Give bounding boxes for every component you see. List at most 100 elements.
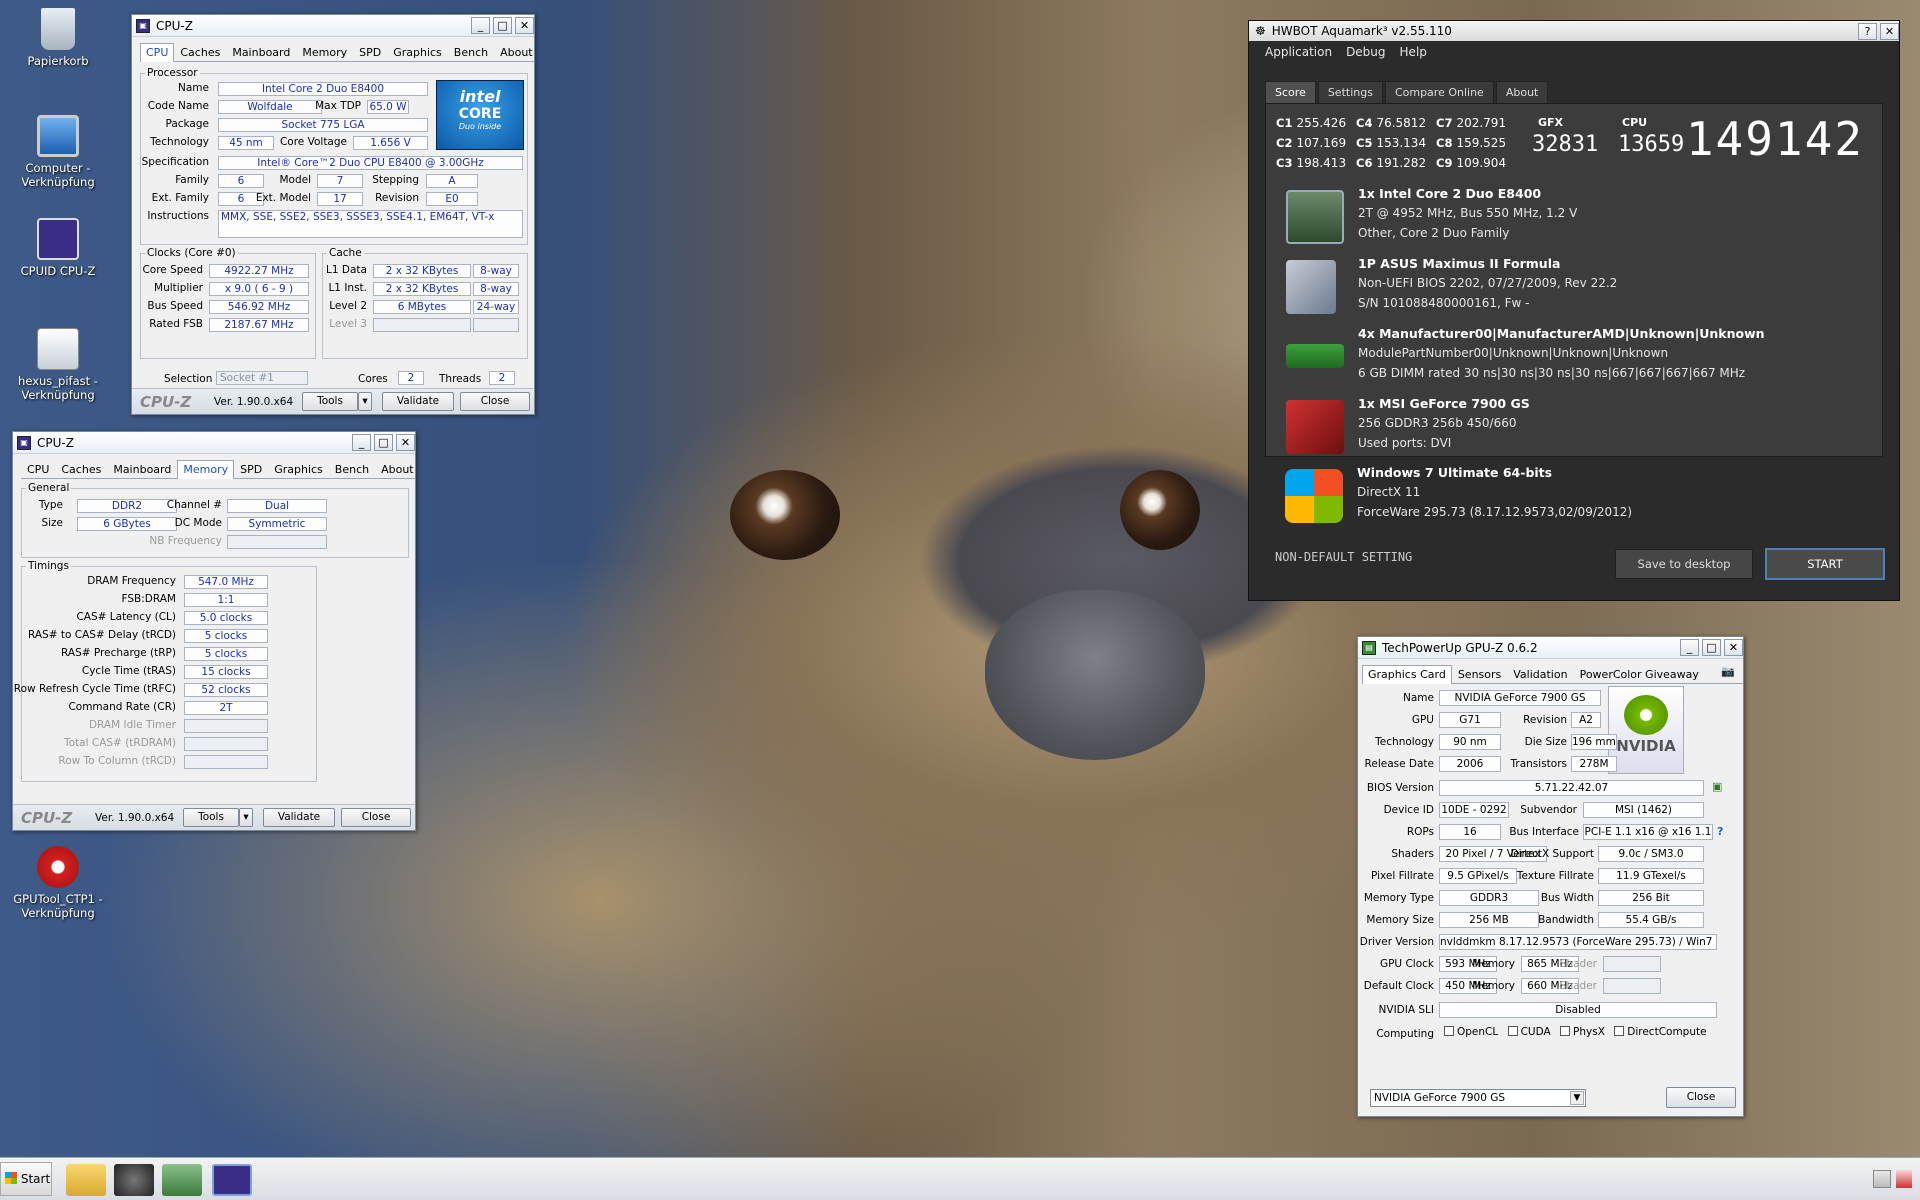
desktop-icon-computer[interactable]: Computer - Verknüpfung [8,115,108,189]
bus-interface-field: PCI-E 1.1 x16 @ x16 1.1 [1583,824,1713,840]
menu-help[interactable]: Help [1400,45,1427,59]
gpuz-close-button[interactable]: Close [1666,1087,1736,1108]
tab-score[interactable]: Score [1265,81,1316,104]
close-button[interactable]: ✕ [396,434,415,451]
desktop-icon-gputool[interactable]: GPUTool_CTP1 - Verknüpfung [8,846,108,920]
minimize-button[interactable]: _ [352,434,371,451]
opencl-label: OpenCL [1457,1026,1499,1038]
timing-value: 2T [184,701,268,715]
tools-dropdown-icon[interactable]: ▾ [358,392,372,411]
title-bar[interactable]: ▣ CPU-Z _ □ ✕ [13,432,415,454]
subscore-key: C4 [1356,116,1373,130]
chevron-down-icon: ▼ [1570,1091,1584,1105]
tools-button[interactable]: Tools [183,808,239,827]
hw-detail: S/N 101088480000161, Fw - [1358,296,1530,310]
physx-label: PhysX [1573,1026,1605,1038]
minimize-button[interactable]: _ [471,17,490,34]
tab-compare-online[interactable]: Compare Online [1384,81,1494,104]
taskbar-gpuz-icon[interactable] [162,1164,202,1196]
tab-sensors[interactable]: Sensors [1452,665,1507,683]
socket-select[interactable]: Socket #1 [216,371,308,385]
channel-field: Dual [227,499,327,513]
minimize-button[interactable]: _ [1680,639,1699,656]
gpu-select[interactable]: NVIDIA GeForce 7900 GS ▼ [1370,1089,1586,1107]
menu-debug[interactable]: Debug [1346,45,1385,59]
package-field: Socket 775 LGA [218,118,428,132]
tab-about[interactable]: About [1495,81,1549,104]
bus-interface-label: Bus Interface [1509,826,1579,838]
start-button[interactable]: Start [0,1162,52,1196]
cuda-label: CUDA [1520,1026,1551,1038]
bios-save-icon[interactable]: ▣ [1712,780,1722,793]
taskbar-aquamark-icon[interactable] [114,1164,154,1196]
tab-validation[interactable]: Validation [1507,665,1573,683]
tab-cpu[interactable]: CPU [21,460,55,478]
badge-family: CORE [458,106,502,122]
tab-about[interactable]: About [375,460,420,478]
tab-caches[interactable]: Caches [174,43,226,61]
desktop-icon-label: GPUTool_CTP1 - Verknüpfung [13,892,103,920]
tab-graphics[interactable]: Graphics [268,460,329,478]
cpuz-logo: CPU-Z [140,393,192,411]
directcompute-checkbox[interactable] [1614,1026,1625,1036]
default-memory-label: Memory [1472,980,1515,992]
release-date-label: Release Date [1364,758,1434,770]
cuda-checkbox[interactable] [1507,1026,1518,1036]
help-icon[interactable]: ? [1717,825,1723,838]
maximize-button[interactable]: □ [493,17,512,34]
revision-label: Revision [1523,714,1567,726]
tab-graphics-card[interactable]: Graphics Card [1362,665,1452,684]
maximize-button[interactable]: □ [1702,639,1721,656]
tray-flag-icon[interactable] [1896,1170,1912,1188]
menu-application[interactable]: Application [1265,45,1332,59]
gpuz-window: ▤ TechPowerUp GPU-Z 0.6.2 _ □ ✕ Graphics Ca… [1357,636,1744,1117]
tab-mainboard[interactable]: Mainboard [226,43,296,61]
tray-network-icon[interactable] [1873,1170,1891,1188]
subscore-c3: C3 198.413 [1276,156,1346,170]
name-label: Name [178,82,209,94]
tab-graphics[interactable]: Graphics [387,43,448,61]
tab-about[interactable]: About [494,43,539,61]
tab-powercolor-giveaway[interactable]: PowerColor Giveaway [1574,665,1705,683]
tab-memory[interactable]: Memory [296,43,353,61]
help-button[interactable]: ? [1858,22,1877,40]
title-bar[interactable]: ▣ CPU-Z _ □ ✕ [132,15,534,37]
opencl-checkbox[interactable] [1444,1026,1454,1036]
close-app-button[interactable]: Close [460,392,530,411]
tab-spd[interactable]: SPD [234,460,268,478]
title-bar[interactable]: ▤ TechPowerUp GPU-Z 0.6.2 _ □ ✕ [1358,637,1743,659]
taskbar-cpuz-icon[interactable] [212,1164,252,1196]
validate-button[interactable]: Validate [382,392,454,411]
close-app-button[interactable]: Close [341,808,411,827]
tab-bench[interactable]: Bench [448,43,494,61]
level2-label: Level 2 [329,300,367,312]
close-button[interactable]: ✕ [515,17,534,34]
directcompute-label: DirectCompute [1627,1026,1707,1038]
tab-cpu[interactable]: CPU [140,43,175,62]
subscore-c4: C4 76.5812 [1356,116,1426,130]
level3-field [373,318,471,332]
tab-spd[interactable]: SPD [353,43,387,61]
close-button[interactable]: ✕ [1724,639,1743,656]
close-button[interactable]: ✕ [1880,22,1899,40]
validate-button[interactable]: Validate [263,808,335,827]
save-to-desktop-button[interactable]: Save to desktop [1615,549,1753,579]
tab-mainboard[interactable]: Mainboard [107,460,177,478]
tools-dropdown-icon[interactable]: ▾ [239,808,253,827]
camera-icon[interactable]: 📷 [1721,665,1735,683]
physx-checkbox[interactable] [1560,1026,1571,1036]
title-bar[interactable]: ☸ HWBOT Aquamark³ v2.55.110 ? ✕ [1249,21,1899,41]
start-button[interactable]: START [1765,548,1885,580]
name-field: NVIDIA GeForce 7900 GS [1439,690,1601,706]
tab-memory[interactable]: Memory [177,460,235,479]
desktop-icon-recycle-bin[interactable]: Papierkorb [8,8,108,68]
tab-caches[interactable]: Caches [55,460,107,478]
tools-button[interactable]: Tools [302,392,358,411]
nb-frequency-label: NB Frequency [149,535,222,547]
desktop-icon-pifast[interactable]: hexus_pifast - Verknüpfung [8,328,108,402]
taskbar-explorer-icon[interactable] [66,1164,106,1196]
tab-settings[interactable]: Settings [1317,81,1383,104]
maximize-button[interactable]: □ [374,434,393,451]
desktop-icon-cpuz[interactable]: CPUID CPU-Z [8,218,108,278]
tab-bench[interactable]: Bench [329,460,375,478]
